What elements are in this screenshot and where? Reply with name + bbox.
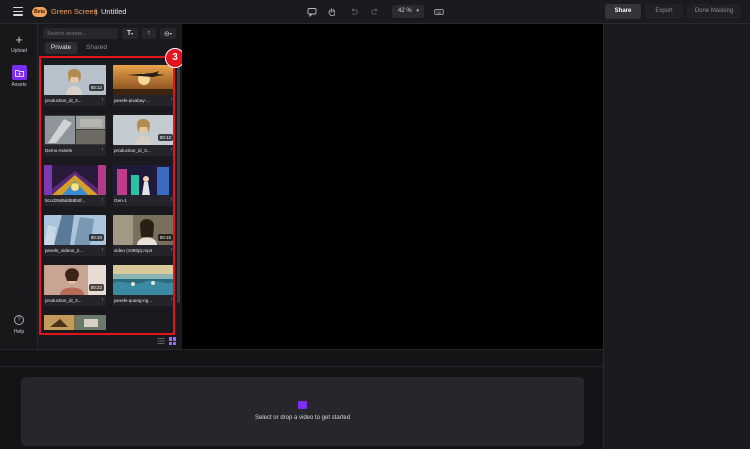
- folder-icon: [11, 65, 27, 80]
- export-button[interactable]: Export: [645, 4, 683, 19]
- chevron-down-icon: ▾: [416, 8, 419, 14]
- video-dropzone[interactable]: Select or drop a video to get started: [21, 377, 584, 446]
- highlight-box: [39, 56, 175, 335]
- zoom-value: 42 %: [398, 8, 412, 14]
- keyboard-icon[interactable]: [432, 5, 446, 19]
- redo-icon[interactable]: [368, 5, 382, 19]
- chevron-down-icon: ▾: [131, 31, 134, 36]
- comment-icon[interactable]: [305, 5, 319, 19]
- grid-view-icon[interactable]: [169, 337, 177, 345]
- upload-label: Upload: [11, 48, 27, 54]
- video-canvas[interactable]: [182, 24, 603, 349]
- assets-label: Assets: [11, 82, 27, 88]
- video-upload-icon: [298, 401, 307, 409]
- upload-icon: ↑: [147, 30, 151, 37]
- plus-icon: +: [15, 32, 23, 47]
- hand-icon[interactable]: [325, 5, 339, 19]
- assets-scrollbar[interactable]: [177, 59, 180, 303]
- share-button[interactable]: Share: [605, 4, 641, 19]
- upload-button[interactable]: + Upload: [0, 32, 38, 54]
- timeline-area: Select or drop a video to get started: [0, 367, 603, 449]
- help-button[interactable]: ? Help: [0, 315, 38, 335]
- chevron-down-icon: ▾: [169, 31, 172, 36]
- left-rail: + Upload Assets ? Help: [0, 24, 38, 349]
- help-label: Help: [13, 329, 25, 335]
- timeline-toolbar: [0, 349, 603, 367]
- zoom-select[interactable]: 42 % ▾: [392, 5, 424, 18]
- beta-badge: Beta: [32, 7, 47, 17]
- top-bar: Beta Green Screen | Untitled 42 % ▾ Shar…: [0, 0, 750, 24]
- document-title[interactable]: Untitled: [101, 7, 126, 16]
- app-name: Green Screen: [51, 7, 98, 16]
- more-options-button[interactable]: ⊖ ▾: [160, 28, 176, 39]
- menu-icon[interactable]: [13, 7, 23, 16]
- done-masking-button[interactable]: Done Masking: [687, 4, 741, 19]
- list-view-icon[interactable]: [157, 337, 165, 347]
- assets-button[interactable]: Assets: [0, 65, 38, 88]
- undo-icon[interactable]: [347, 5, 361, 19]
- filter-button[interactable]: T ▾: [122, 28, 138, 39]
- upload-asset-button[interactable]: ↑: [142, 28, 156, 39]
- tab-private[interactable]: Private: [45, 42, 77, 54]
- properties-panel: [603, 24, 750, 449]
- dropzone-text: Select or drop a video to get started: [254, 415, 351, 421]
- search-assets-input[interactable]: [43, 28, 118, 39]
- help-icon: ?: [14, 315, 24, 325]
- tab-shared[interactable]: Shared: [86, 44, 107, 51]
- title-separator: |: [95, 7, 97, 16]
